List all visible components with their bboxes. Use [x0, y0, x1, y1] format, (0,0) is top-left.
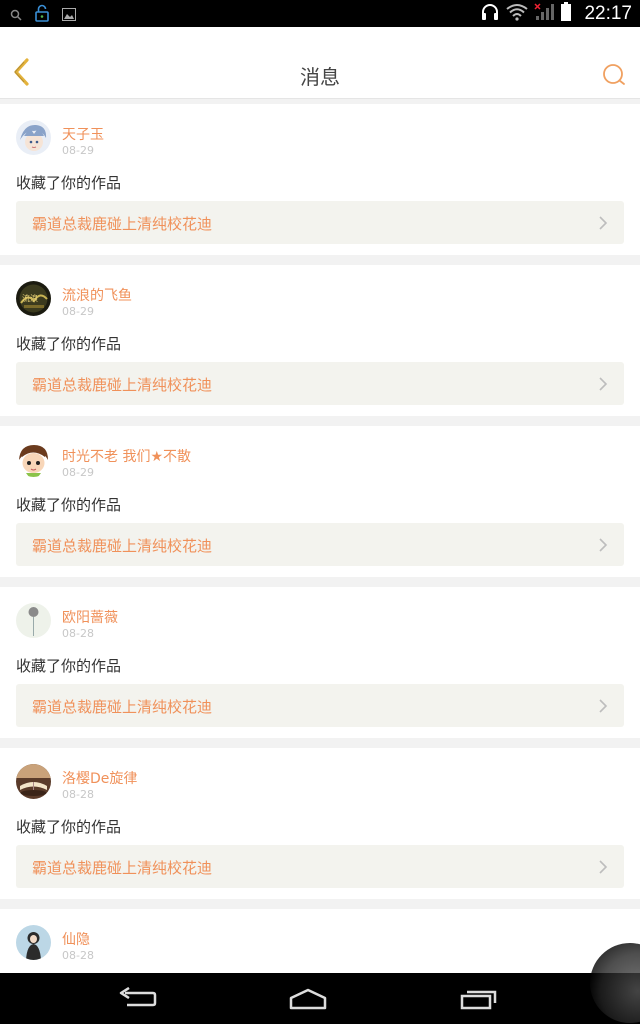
message-date: 08-29	[62, 305, 94, 318]
sender-name[interactable]: 欧阳蔷薇	[62, 607, 118, 627]
lock-icon	[34, 4, 50, 26]
status-right-icons: 22:17	[480, 2, 632, 26]
chevron-right-icon	[599, 377, 608, 391]
battery-icon	[560, 2, 572, 26]
work-link[interactable]: 霸道总裁鹿碰上清纯校花迪	[16, 362, 624, 405]
message-card: 欧阳蔷薇 08-28 收藏了你的作品 霸道总裁鹿碰上清纯校花迪	[0, 587, 640, 738]
sender-name[interactable]: 天子玉	[62, 124, 104, 144]
avatar[interactable]	[16, 120, 51, 155]
screen: 22:17 消息 天子玉 08-29 收藏了你的作品 霸道总裁鹿碰上清纯校花迪	[0, 0, 640, 1024]
nav-back-button[interactable]	[115, 985, 159, 1013]
message-text: 收藏了你的作品	[16, 657, 122, 675]
svg-text:流浪: 流浪	[22, 293, 38, 303]
page-title: 消息	[300, 65, 340, 89]
nav-home-button[interactable]	[286, 985, 330, 1013]
headphones-icon	[480, 2, 500, 26]
chevron-right-icon	[599, 699, 608, 713]
sender-name[interactable]: 流浪的飞鱼	[62, 285, 132, 305]
message-text: 收藏了你的作品	[16, 335, 122, 353]
back-icon	[119, 987, 157, 1007]
message-card: 流浪 流浪的飞鱼 08-29 收藏了你的作品 霸道总裁鹿碰上清纯校花迪	[0, 265, 640, 416]
message-list: 天子玉 08-29 收藏了你的作品 霸道总裁鹿碰上清纯校花迪 流浪 流浪的飞鱼 …	[0, 104, 640, 1024]
status-bar: 22:17	[0, 0, 640, 27]
image-icon	[62, 6, 76, 25]
chevron-right-icon	[599, 538, 608, 552]
sender-name[interactable]: 仙隐	[62, 929, 90, 949]
work-link[interactable]: 霸道总裁鹿碰上清纯校花迪	[16, 845, 624, 888]
message-date: 08-29	[62, 144, 94, 157]
message-text: 收藏了你的作品	[16, 174, 122, 192]
work-link[interactable]: 霸道总裁鹿碰上清纯校花迪	[16, 684, 624, 727]
chevron-right-icon	[599, 860, 608, 874]
message-card: 时光不老 我们★不散 08-29 收藏了你的作品 霸道总裁鹿碰上清纯校花迪	[0, 426, 640, 577]
message-text: 收藏了你的作品	[16, 818, 122, 836]
message-date: 08-28	[62, 788, 94, 801]
work-title: 霸道总裁鹿碰上清纯校花迪	[32, 376, 213, 394]
system-nav-bar	[0, 943, 640, 1024]
recent-apps-icon	[460, 990, 497, 1010]
avatar[interactable]	[16, 603, 51, 638]
sender-name[interactable]: 洛樱De旋律	[62, 768, 137, 788]
work-link[interactable]: 霸道总裁鹿碰上清纯校花迪	[16, 523, 624, 566]
search-icon	[603, 64, 625, 85]
avatar[interactable]	[16, 442, 51, 477]
search-icon	[10, 6, 22, 25]
status-left-icons	[10, 4, 76, 26]
avatar[interactable]: 流浪	[16, 281, 51, 316]
message-card: 洛樱De旋律 08-28 收藏了你的作品 霸道总裁鹿碰上清纯校花迪	[0, 748, 640, 899]
work-title: 霸道总裁鹿碰上清纯校花迪	[32, 859, 213, 877]
work-link[interactable]: 霸道总裁鹿碰上清纯校花迪	[16, 201, 624, 244]
app-header: 消息	[0, 27, 640, 99]
message-date: 08-28	[62, 949, 94, 962]
search-button[interactable]	[602, 63, 626, 87]
home-icon	[289, 988, 327, 1010]
signal-icon	[534, 3, 555, 25]
avatar[interactable]	[16, 764, 51, 799]
message-date: 08-28	[62, 627, 94, 640]
sender-name[interactable]: 时光不老 我们★不散	[62, 446, 191, 466]
chevron-right-icon	[599, 216, 608, 230]
nav-recent-apps-button[interactable]	[456, 985, 500, 1013]
work-title: 霸道总裁鹿碰上清纯校花迪	[32, 698, 213, 716]
work-title: 霸道总裁鹿碰上清纯校花迪	[32, 215, 213, 233]
message-text: 收藏了你的作品	[16, 496, 122, 514]
message-card: 天子玉 08-29 收藏了你的作品 霸道总裁鹿碰上清纯校花迪	[0, 104, 640, 255]
avatar[interactable]	[16, 925, 51, 960]
wifi-icon	[506, 3, 529, 25]
work-title: 霸道总裁鹿碰上清纯校花迪	[32, 537, 213, 555]
status-time: 22:17	[584, 3, 632, 24]
message-date: 08-29	[62, 466, 94, 479]
